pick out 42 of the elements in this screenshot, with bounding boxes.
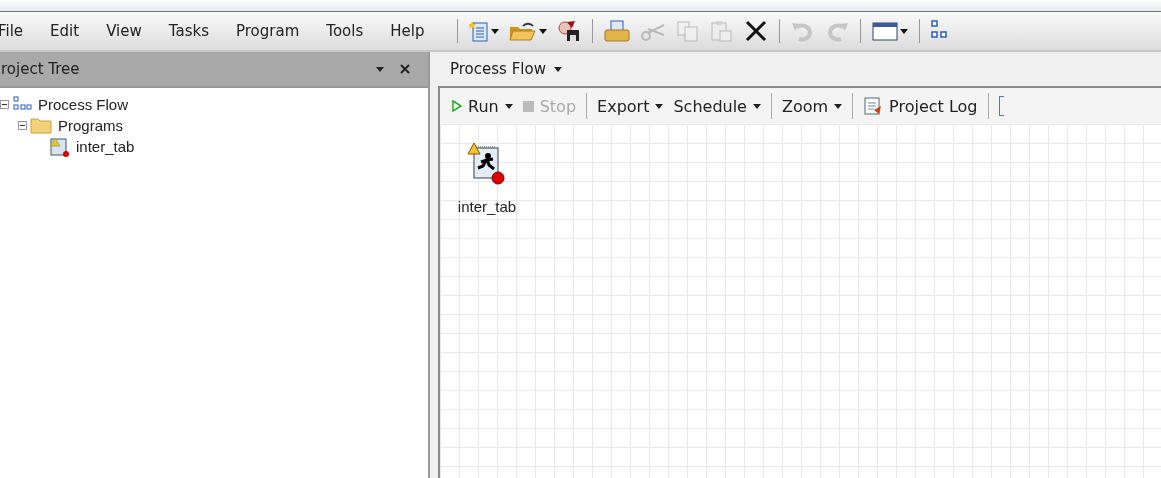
new-tool[interactable] — [469, 20, 500, 42]
tree-item[interactable]: Programs — [58, 117, 124, 134]
menu-item[interactable]: File — [0, 22, 24, 40]
toolbar-button[interactable]: Project Log — [863, 96, 978, 116]
menu-item[interactable]: Tasks — [168, 22, 209, 40]
stop-icon — [522, 100, 534, 112]
play-icon — [452, 100, 462, 112]
folder-icon — [30, 117, 52, 134]
toolbar-button[interactable]: Schedule — [673, 96, 761, 116]
dropdown-icon[interactable] — [553, 66, 562, 72]
menu-item[interactable]: View — [106, 22, 142, 40]
window-tool[interactable] — [872, 20, 909, 42]
caret-icon[interactable] — [655, 103, 664, 109]
program-node-icon[interactable] — [467, 142, 507, 186]
menu-item[interactable]: Edit — [50, 22, 80, 40]
collapse-icon[interactable] — [0, 100, 9, 109]
program-icon — [48, 136, 70, 157]
node-label: inter_tab — [457, 198, 517, 215]
menu-item[interactable]: Help — [390, 22, 425, 40]
tree-item[interactable]: inter_tab — [76, 138, 135, 155]
print-tool[interactable] — [604, 20, 631, 42]
caret-icon[interactable] — [900, 28, 909, 34]
menu-item[interactable]: Program — [236, 22, 300, 40]
tree-item[interactable]: Process Flow — [38, 96, 129, 113]
toolbar-button[interactable]: Zoom — [781, 96, 843, 116]
toolbar-button[interactable]: Export — [597, 96, 664, 116]
delete-tool[interactable] — [744, 20, 769, 42]
save-tool[interactable] — [557, 20, 582, 42]
panel-title: roject Tree — [1, 60, 81, 78]
caret-icon[interactable] — [752, 103, 761, 109]
dropdown-icon[interactable] — [376, 66, 384, 72]
document-icon — [863, 96, 884, 116]
open-tool[interactable] — [509, 20, 548, 42]
toolbar-button[interactable]: Run — [452, 96, 513, 116]
collapse-icon[interactable] — [18, 121, 27, 130]
tab-title[interactable]: Process Flow — [450, 60, 546, 78]
caret-icon[interactable] — [504, 103, 513, 109]
caret-icon[interactable] — [491, 28, 500, 34]
caret-icon[interactable] — [834, 103, 843, 109]
close-icon[interactable] — [400, 64, 410, 74]
menu-item[interactable]: Tools — [326, 22, 364, 40]
caret-icon[interactable] — [539, 28, 548, 34]
